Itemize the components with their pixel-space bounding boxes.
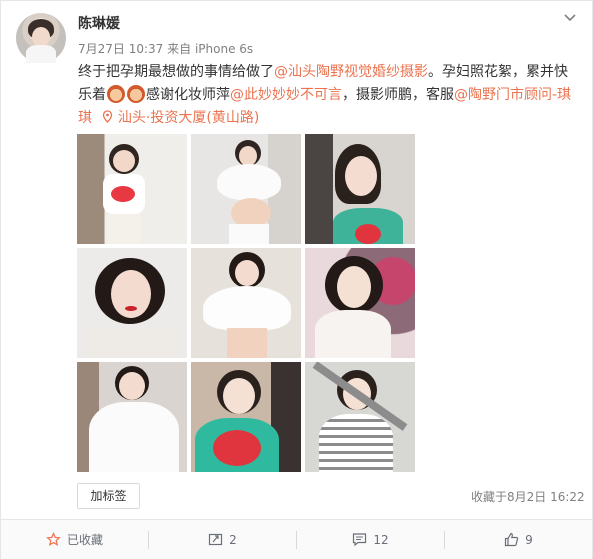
favorite-time: 收藏于8月2日 16:22 — [471, 490, 585, 504]
photo-thumbnail[interactable] — [305, 362, 415, 472]
photo-thumbnail[interactable] — [77, 134, 187, 244]
action-bar: 已收藏 2 12 9 — [1, 519, 592, 559]
add-tag-button[interactable]: 加标签 — [77, 483, 140, 509]
favorite-button[interactable]: 已收藏 — [1, 520, 148, 559]
like-button[interactable]: 9 — [445, 520, 592, 559]
post-text-segment: 终于把孕期最想做的事情给做了 — [78, 64, 274, 80]
post-text-segment: ，摄影师鹏，客服 — [342, 87, 454, 103]
thumbs-up-icon — [505, 532, 519, 547]
location-pin-icon — [103, 110, 113, 123]
location-link[interactable]: 汕头·投资大厦(黄山路) — [102, 110, 259, 126]
photo-thumbnail[interactable] — [305, 134, 415, 244]
mention-link[interactable]: @汕头陶野视觉婚纱摄影 — [274, 64, 428, 80]
repost-icon — [209, 533, 223, 546]
photo-thumbnail[interactable] — [191, 362, 301, 472]
star-icon — [46, 532, 61, 547]
favorite-label: 已收藏 — [66, 533, 103, 547]
emoji-icon — [127, 85, 145, 103]
chevron-down-icon[interactable] — [563, 11, 577, 25]
photo-thumbnail[interactable] — [191, 134, 301, 244]
post-text: 终于把孕期最想做的事情给做了@汕头陶野视觉婚纱摄影。孕妇照花絮，累并快乐着 感谢化… — [78, 61, 573, 130]
comment-icon — [353, 533, 367, 547]
repost-count: 2 — [229, 532, 237, 547]
comment-count: 12 — [373, 532, 389, 547]
comment-button[interactable]: 12 — [297, 520, 444, 559]
post-text-segment: 感谢化妆师萍 — [146, 87, 230, 103]
photo-thumbnail[interactable] — [77, 362, 187, 472]
post-timestamp[interactable]: 7月27日 10:37 — [78, 42, 163, 56]
repost-button[interactable]: 2 — [149, 520, 296, 559]
photo-grid — [77, 134, 416, 473]
photo-thumbnail[interactable] — [77, 248, 187, 358]
avatar[interactable] — [16, 13, 66, 63]
photo-thumbnail[interactable] — [191, 248, 301, 358]
mention-link[interactable]: @此妙妙妙不可言 — [230, 87, 342, 103]
author-name[interactable]: 陈琳媛 — [78, 13, 120, 33]
emoji-icon — [107, 85, 125, 103]
location-label: 汕头·投资大厦(黄山路) — [117, 110, 260, 126]
photo-thumbnail[interactable] — [305, 248, 415, 358]
weibo-post-card: 陈琳媛 7月27日 10:37 来自 iPhone 6s 终于把孕期最想做的事情… — [0, 0, 593, 559]
post-meta: 7月27日 10:37 来自 iPhone 6s — [78, 40, 253, 57]
like-count: 9 — [525, 532, 533, 547]
post-source: 来自 iPhone 6s — [167, 42, 254, 56]
